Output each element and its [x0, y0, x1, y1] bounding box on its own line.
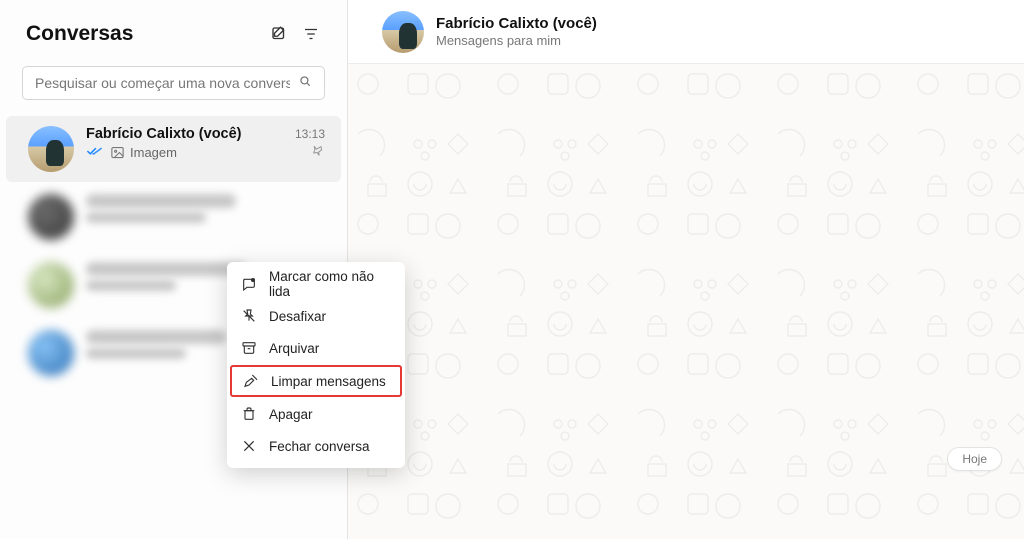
- image-icon: [110, 145, 125, 160]
- blurred-text: [86, 330, 226, 344]
- chat-header-subtitle: Mensagens para mim: [436, 33, 597, 48]
- chat-time: 13:13: [295, 127, 325, 141]
- menu-label: Arquivar: [269, 341, 319, 356]
- blurred-text: [86, 194, 236, 208]
- menu-label: Marcar como não lida: [269, 269, 391, 299]
- unpin-icon: [241, 308, 257, 324]
- broom-icon: [243, 373, 259, 389]
- main-panel: Fabrício Calixto (você) Mensagens para m…: [348, 0, 1024, 539]
- menu-unpin[interactable]: Desafixar: [227, 300, 405, 332]
- pin-icon: [311, 144, 325, 161]
- search-icon: [298, 74, 312, 93]
- menu-archive[interactable]: Arquivar: [227, 332, 405, 364]
- close-icon: [241, 438, 257, 454]
- chat-name: Fabrício Calixto (você): [86, 126, 295, 142]
- menu-label: Limpar mensagens: [271, 374, 386, 389]
- blurred-text: [86, 280, 176, 291]
- avatar: [28, 194, 74, 240]
- chat-preview: Imagem: [130, 145, 177, 160]
- search-field[interactable]: [22, 66, 325, 100]
- avatar: [28, 262, 74, 308]
- sidebar-header: Conversas: [0, 0, 347, 60]
- chat-unread-icon: [241, 276, 257, 292]
- chat-header[interactable]: Fabrício Calixto (você) Mensagens para m…: [348, 0, 1024, 64]
- menu-label: Apagar: [269, 407, 313, 422]
- chat-context-menu: Marcar como não lida Desafixar Arquivar …: [227, 262, 405, 468]
- archive-icon: [241, 340, 257, 356]
- trash-icon: [241, 406, 257, 422]
- filter-icon: [302, 25, 320, 43]
- filter-button[interactable]: [295, 18, 327, 50]
- sidebar-title: Conversas: [26, 22, 263, 46]
- chat-item-self[interactable]: Fabrício Calixto (você) 13:13 Imagem: [6, 116, 341, 182]
- new-chat-button[interactable]: [263, 18, 295, 50]
- menu-label: Desafixar: [269, 309, 326, 324]
- blurred-text: [86, 348, 186, 359]
- blurred-text: [86, 262, 246, 276]
- chat-list: Fabrício Calixto (você) 13:13 Imagem: [0, 110, 347, 539]
- avatar: [382, 11, 424, 53]
- avatar: [28, 330, 74, 376]
- search-input[interactable]: [35, 75, 290, 91]
- date-divider: Hoje: [947, 447, 1002, 471]
- menu-mark-unread[interactable]: Marcar como não lida: [227, 268, 405, 300]
- messages-area[interactable]: Hoje: [348, 64, 1024, 539]
- chat-item-blurred[interactable]: [6, 184, 341, 250]
- blurred-text: [86, 212, 206, 223]
- doodle-background: [348, 64, 1024, 539]
- compose-icon: [270, 25, 288, 43]
- sidebar: Conversas Fabrício Calixto (você) 13:13: [0, 0, 348, 539]
- menu-close-chat[interactable]: Fechar conversa: [227, 430, 405, 462]
- menu-label: Fechar conversa: [269, 439, 370, 454]
- menu-clear-messages[interactable]: Limpar mensagens: [230, 365, 402, 397]
- chat-header-title: Fabrício Calixto (você): [436, 15, 597, 32]
- menu-delete[interactable]: Apagar: [227, 398, 405, 430]
- read-receipt-icon: [86, 145, 103, 160]
- avatar: [28, 126, 74, 172]
